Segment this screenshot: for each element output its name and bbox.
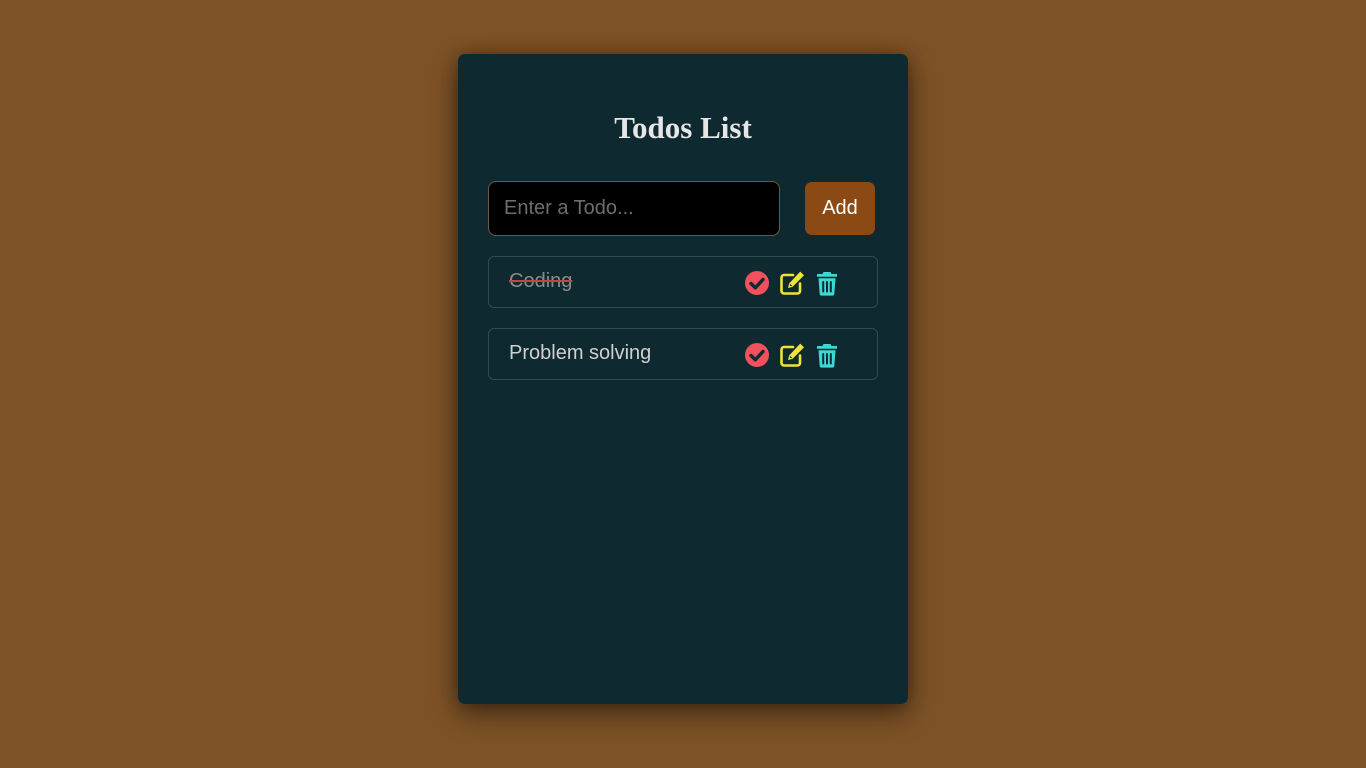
todo-input[interactable] bbox=[488, 181, 780, 236]
todo-text: Coding bbox=[509, 270, 573, 292]
trash-icon[interactable] bbox=[813, 341, 841, 369]
todo-item: Problem solving bbox=[488, 328, 878, 380]
edit-icon[interactable] bbox=[778, 269, 806, 297]
page-title: Todos List bbox=[614, 110, 752, 145]
todo-text: Problem solving bbox=[509, 342, 652, 364]
edit-icon[interactable] bbox=[778, 341, 806, 369]
todo-item: Coding bbox=[488, 256, 878, 308]
add-button[interactable]: Add bbox=[805, 182, 875, 235]
check-circle-icon[interactable] bbox=[743, 269, 771, 297]
trash-icon[interactable] bbox=[813, 269, 841, 297]
check-circle-icon[interactable] bbox=[743, 341, 771, 369]
